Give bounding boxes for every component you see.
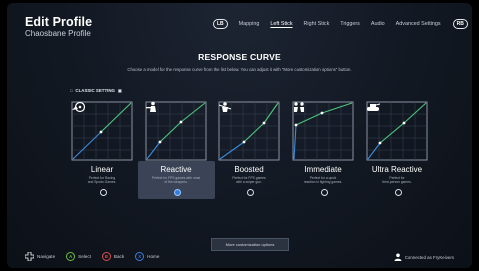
user-icon bbox=[394, 253, 402, 261]
curve-card-linear[interactable]: ^ bbox=[71, 101, 133, 161]
tab-advanced-settings[interactable]: Advanced Settings bbox=[396, 21, 441, 27]
section-description: Choose a model for the response curve fr… bbox=[127, 67, 352, 72]
desc-line: reaction in fighting games. bbox=[303, 180, 343, 184]
curve-name-reactive: Reactive bbox=[160, 165, 192, 174]
connection-text: Connected as FryKeivers bbox=[404, 254, 454, 260]
fighting-icon bbox=[294, 102, 304, 112]
curve-desc-immediate: Perfect for a quick reaction in fighting… bbox=[286, 176, 360, 184]
classic-setting-badge-icon: □ bbox=[70, 88, 73, 93]
shooter-icon bbox=[146, 101, 156, 112]
rb-bumper-icon[interactable]: RB bbox=[452, 19, 468, 29]
curve-desc-reactive: Perfect for FPS games with most of the w… bbox=[139, 176, 213, 184]
desc-line: third-person games. bbox=[382, 180, 412, 184]
tab-mapping[interactable]: Mapping bbox=[239, 21, 260, 27]
desc-line: with a sniper gun. bbox=[236, 180, 262, 184]
hint-select-label: Select bbox=[78, 254, 91, 259]
curve-name-boosted: Boosted bbox=[234, 165, 264, 174]
curve-card-ultra-reactive[interactable] bbox=[366, 101, 428, 161]
hint-home-label: Home bbox=[147, 254, 160, 259]
radio-linear[interactable] bbox=[100, 189, 107, 196]
lb-bumper-icon[interactable]: LB bbox=[213, 19, 228, 29]
curve-desc-ultra-reactive: Perfect for third-person games. bbox=[360, 176, 434, 184]
footer-hints: Navigate A Select B Back X Home bbox=[25, 252, 170, 261]
tab-right-stick[interactable]: Right Stick bbox=[304, 21, 330, 27]
section-title: RESPONSE CURVE bbox=[198, 52, 281, 62]
curve-name-ultra-reactive: Ultra Reactive bbox=[371, 165, 423, 174]
hint-navigate: Navigate bbox=[25, 252, 55, 261]
radio-reactive[interactable] bbox=[174, 189, 181, 196]
tank-icon bbox=[367, 103, 380, 111]
sniper-icon bbox=[218, 102, 232, 112]
hint-back-label: Back bbox=[113, 254, 125, 259]
dpad-icon bbox=[25, 252, 34, 261]
hint-home: X Home bbox=[135, 252, 159, 261]
hint-select: A Select bbox=[66, 252, 91, 261]
curve-desc-linear: Perfect for Racing and Sports Games. bbox=[65, 176, 139, 184]
radio-immediate[interactable] bbox=[321, 189, 328, 196]
tab-triggers[interactable]: Triggers bbox=[340, 21, 360, 27]
radio-ultra-reactive[interactable] bbox=[395, 189, 402, 196]
classic-setting-suffix-icon: ▣ bbox=[117, 88, 122, 93]
connection-status: Connected as FryKeivers bbox=[394, 253, 454, 261]
classic-setting-text: CLASSIC SETTING bbox=[75, 88, 115, 93]
page-title: Edit Profile bbox=[25, 15, 93, 29]
curve-name-linear: Linear bbox=[90, 165, 114, 174]
curve-name-immediate: Immediate bbox=[304, 165, 342, 174]
hint-navigate-label: Navigate bbox=[37, 254, 56, 259]
top-navigation: LB Mapping Left Stick Right Stick Trigge… bbox=[213, 19, 468, 29]
more-customization-button[interactable]: More customization options bbox=[211, 238, 289, 251]
curve-card-reactive[interactable] bbox=[145, 101, 207, 161]
desc-line: and Sports Games. bbox=[87, 180, 117, 184]
desc-line: of the weapons. bbox=[164, 180, 188, 184]
curve-card-boosted[interactable] bbox=[218, 101, 280, 161]
radio-boosted[interactable] bbox=[247, 189, 254, 196]
tab-audio[interactable]: Audio bbox=[371, 21, 385, 27]
classic-setting-label: □ CLASSIC SETTING ▣ bbox=[70, 88, 122, 93]
curve-desc-boosted: Perfect for FPS games with a sniper gun. bbox=[212, 176, 286, 184]
tab-left-stick[interactable]: Left Stick bbox=[270, 21, 292, 27]
a-button-icon: A bbox=[66, 252, 76, 261]
x-button-icon: X bbox=[135, 252, 145, 261]
b-button-icon: B bbox=[101, 252, 111, 261]
curve-card-immediate[interactable] bbox=[292, 101, 354, 161]
profile-name: Chaosbane Profile bbox=[25, 29, 91, 38]
car-icon bbox=[72, 101, 85, 113]
hint-back: B Back bbox=[101, 252, 125, 261]
screen: Edit Profile Chaosbane Profile LB Mappin… bbox=[7, 3, 472, 268]
